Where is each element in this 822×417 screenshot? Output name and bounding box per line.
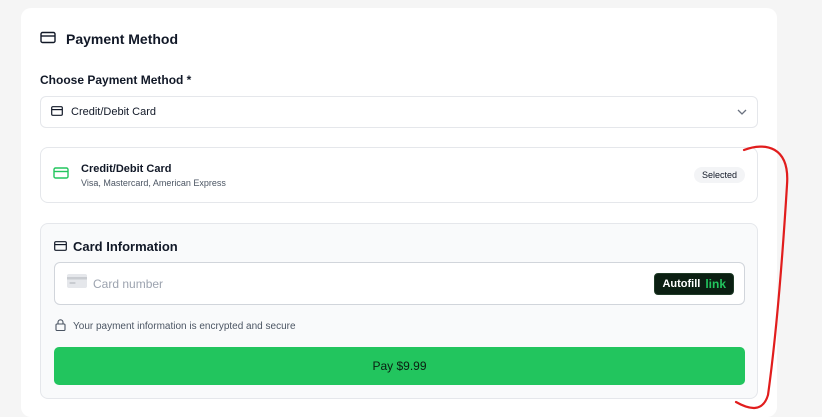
autofill-link-button[interactable]: Autofill link	[654, 272, 734, 295]
chevron-down-icon[interactable]	[737, 106, 747, 118]
payment-method-select-value: Credit/Debit Card	[71, 106, 156, 118]
card-number-input[interactable]: Card number Autofill link	[54, 262, 745, 305]
card-brand-placeholder-icon	[67, 274, 87, 293]
card-information-section: Card Information Card number Autofill li…	[40, 223, 758, 399]
payment-method-select[interactable]: Credit/Debit Card	[40, 96, 758, 128]
security-notice: Your payment information is encrypted an…	[55, 319, 296, 334]
credit-card-icon	[53, 166, 69, 184]
payment-option-subtitle: Visa, Mastercard, American Express	[81, 177, 226, 188]
card-information-title: Card Information	[73, 239, 178, 254]
autofill-label: Autofill	[662, 277, 701, 290]
link-brand-label: link	[705, 276, 726, 291]
selected-badge: Selected	[693, 167, 745, 183]
security-notice-text: Your payment information is encrypted an…	[73, 321, 296, 332]
card-number-placeholder: Card number	[93, 276, 164, 291]
payment-method-header: Payment Method	[40, 31, 178, 47]
lock-icon	[55, 319, 66, 334]
card-information-header: Card Information	[54, 239, 178, 254]
credit-card-icon	[51, 105, 63, 119]
payment-option-texts: Credit/Debit Card Visa, Mastercard, Amer…	[81, 163, 226, 188]
pay-button[interactable]: Pay $9.99	[54, 347, 745, 385]
selected-payment-option[interactable]: Credit/Debit Card Visa, Mastercard, Amer…	[40, 147, 758, 203]
payment-method-card: Payment Method Choose Payment Method * C…	[21, 8, 777, 417]
page-title: Payment Method	[66, 31, 179, 47]
credit-card-icon	[40, 31, 56, 47]
payment-method-select-label: Choose Payment Method *	[40, 73, 192, 87]
credit-card-icon	[54, 239, 67, 254]
payment-option-title: Credit/Debit Card	[81, 162, 172, 175]
